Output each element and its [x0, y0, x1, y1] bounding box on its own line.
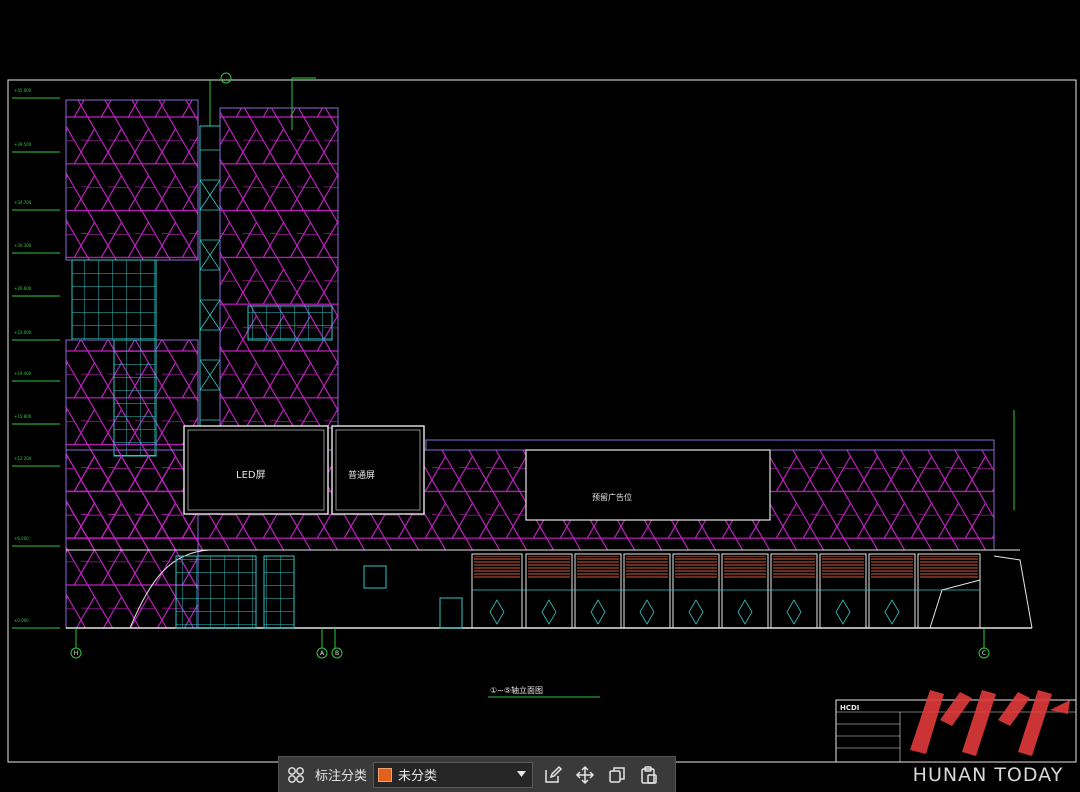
led-screen-label: LED屏: [236, 469, 266, 481]
svg-text:+19.400: +19.400: [14, 371, 32, 376]
ad-slot-label: 预留广告位: [592, 492, 632, 502]
small-door: [363, 565, 387, 589]
edit-icon[interactable]: [541, 763, 565, 787]
cad-drawing-canvas[interactable]: +45.000 +39.500 +34.700 +30.300 +26.600 +23.…: [0, 0, 1080, 792]
category-select-value: 未分类: [398, 769, 438, 784]
svg-text:+23.000: +23.000: [14, 330, 32, 335]
billboard-screen: [331, 425, 425, 515]
axis-markers: [70, 628, 990, 659]
category-color-swatch: [378, 767, 393, 782]
svg-text:C: C: [982, 650, 986, 657]
copy-icon[interactable]: [605, 763, 629, 787]
svg-text:±0.000: ±0.000: [14, 618, 29, 623]
svg-text:+6.000: +6.000: [14, 536, 29, 541]
tower-left-glass: [71, 259, 157, 341]
svg-text:+30.300: +30.300: [14, 243, 32, 248]
title-block-logo: HCDI: [840, 704, 859, 712]
chevron-down-icon: [517, 770, 527, 777]
grid-icon[interactable]: [285, 764, 307, 786]
tower-left-glass-strip: [113, 339, 157, 457]
podium-parapet: [425, 439, 995, 451]
svg-text:+12.200: +12.200: [14, 456, 32, 461]
elevation-title: ①~⑤轴立面图: [490, 685, 543, 695]
billboard-label: 普通屏: [348, 469, 375, 481]
tower-right-glass: [247, 305, 333, 341]
svg-text:+15.800: +15.800: [14, 414, 32, 419]
svg-text:+45.000: +45.000: [14, 88, 32, 93]
title-block: [835, 699, 1077, 763]
svg-text:A: A: [320, 650, 325, 657]
paste-icon[interactable]: [637, 763, 661, 787]
category-select[interactable]: 未分类: [373, 761, 534, 788]
shaft: [199, 125, 221, 427]
svg-text:B: B: [335, 650, 339, 657]
ad-slot: [525, 449, 771, 521]
svg-text:+34.700: +34.700: [14, 200, 32, 205]
annotation-category-label: 标注分类: [315, 769, 368, 784]
tower-right: [219, 107, 339, 429]
svg-text:+39.500: +39.500: [14, 142, 32, 147]
entrance-glass: [175, 555, 257, 629]
svg-text:+26.600: +26.600: [14, 286, 32, 291]
move-icon[interactable]: [573, 763, 597, 787]
svg-text:H: H: [74, 650, 79, 657]
annotation-toolbar: 标注分类 未分类: [278, 756, 676, 792]
shop-fronts: [471, 553, 981, 629]
tower-left-upper: [65, 99, 199, 261]
level-markers: [12, 97, 60, 629]
